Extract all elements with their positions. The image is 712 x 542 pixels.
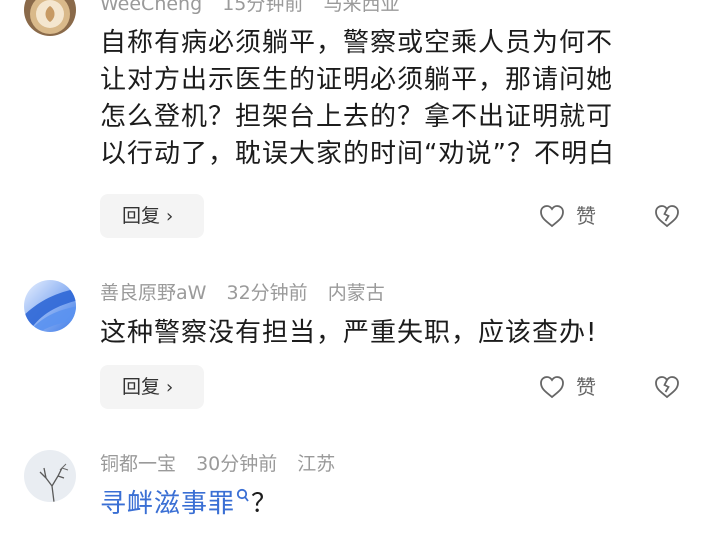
comment-line: 让对方出示医生的证明必须躺平，那请问她: [100, 65, 614, 95]
timestamp: 30分钟前: [196, 453, 278, 475]
timestamp: 15分钟前: [222, 0, 304, 15]
like-button[interactable]: 赞: [538, 365, 596, 409]
comment-line: 这种警察没有担当，严重失职，应该查办!: [100, 318, 598, 348]
thumbs-up-icon: [540, 376, 564, 399]
comment-text: 自称有病必须躺平，警察或空乘人员为何不 让对方出示医生的证明必须躺平，那请问她 …: [100, 25, 690, 173]
like-label: 赞: [576, 204, 596, 228]
avatar[interactable]: [24, 0, 76, 36]
thumbs-up-icon: [540, 205, 564, 228]
comment-text: 这种警察没有担当，严重失职，应该查办!: [100, 315, 690, 352]
comment-line: 怎么登机？担架台上去的？拿不出证明就可: [100, 102, 614, 132]
avatar[interactable]: [24, 450, 76, 502]
comment-meta: 善良原野aW 32分钟前 内蒙古: [100, 279, 399, 307]
comment-tail: ？: [251, 489, 279, 519]
dislike-button[interactable]: [652, 365, 684, 409]
chevron-right-icon: ›: [166, 377, 174, 398]
comment-text: 寻衅滋事罪 ？: [100, 486, 690, 523]
reply-label: 回复: [122, 205, 161, 227]
search-link[interactable]: 寻衅滋事罪: [100, 488, 251, 519]
search-icon: [236, 488, 249, 502]
comment-meta: 铜都一宝 30分钟前 江苏: [100, 450, 349, 478]
broken-heart-icon: [655, 205, 679, 228]
comment-line: 以行动了，耽误大家的时间“劝说”？不明白: [100, 139, 615, 169]
timestamp: 32分钟前: [226, 282, 308, 304]
avatar[interactable]: [24, 280, 76, 332]
comment-line: 自称有病必须躺平，警察或空乘人员为何不: [100, 28, 614, 58]
username[interactable]: WeeCheng: [100, 0, 202, 15]
location: 江苏: [297, 453, 336, 475]
comment-meta: WeeCheng 15分钟前 马来西亚: [100, 0, 413, 18]
dislike-button[interactable]: [652, 194, 684, 238]
username[interactable]: 铜都一宝: [100, 453, 176, 475]
reply-button[interactable]: 回复 ›: [100, 194, 204, 238]
chevron-right-icon: ›: [166, 206, 174, 227]
broken-heart-icon: [655, 376, 679, 399]
location: 内蒙古: [327, 282, 385, 304]
username[interactable]: 善良原野aW: [100, 282, 206, 304]
reply-label: 回复: [122, 376, 161, 398]
reply-button[interactable]: 回复 ›: [100, 365, 204, 409]
search-link-text: 寻衅滋事罪: [100, 489, 236, 519]
like-label: 赞: [576, 375, 596, 399]
like-button[interactable]: 赞: [538, 194, 596, 238]
location: 马来西亚: [323, 0, 400, 15]
